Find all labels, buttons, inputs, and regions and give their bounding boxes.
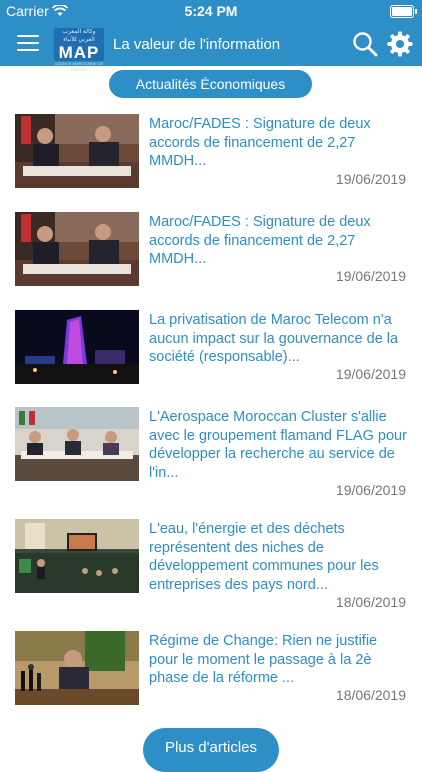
battery-icon: [390, 5, 417, 18]
logo-text: MAP: [58, 43, 100, 62]
map-logo: وكالة المغرب العربي للأنباء MAP AGENCE M…: [54, 28, 104, 72]
article-item[interactable]: Régime de Change: Rien ne justifie pour …: [0, 629, 422, 719]
app-title: La valeur de l'information: [113, 36, 281, 53]
article-thumbnail: [15, 114, 139, 188]
article-date: 19/06/2019: [335, 171, 406, 187]
article-title[interactable]: L'eau, l'énergie et des déchets représen…: [149, 520, 409, 594]
nav-bar: وكالة المغرب العربي للأنباء MAP AGENCE M…: [0, 22, 422, 72]
article-date: 19/06/2019: [335, 366, 406, 382]
search-icon[interactable]: [352, 31, 378, 57]
article-date: 19/06/2019: [335, 268, 406, 284]
article-date: 18/06/2019: [335, 594, 406, 610]
gear-icon[interactable]: [387, 31, 413, 57]
article-date: 18/06/2019: [335, 687, 406, 703]
status-bar: Carrier 5:24 PM: [0, 0, 422, 22]
logo-arabic: وكالة المغرب العربي للأنباء: [62, 29, 96, 43]
article-thumbnail: [15, 519, 139, 593]
article-item[interactable]: L'eau, l'énergie et des déchets représen…: [0, 517, 422, 623]
section-tab-economy[interactable]: Actualités Économiques: [109, 70, 312, 98]
article-item[interactable]: La privatisation de Maroc Telecom n'a au…: [0, 308, 422, 398]
article-thumbnail: [15, 310, 139, 384]
more-articles-button[interactable]: Plus d'articles: [143, 728, 279, 772]
article-title[interactable]: Régime de Change: Rien ne justifie pour …: [149, 632, 409, 688]
article-title[interactable]: La privatisation de Maroc Telecom n'a au…: [149, 311, 409, 367]
article-title[interactable]: Maroc/FADES : Signature de deux accords …: [149, 115, 409, 171]
article-item[interactable]: Maroc/FADES : Signature de deux accords …: [0, 210, 422, 300]
article-title[interactable]: L'Aerospace Moroccan Cluster s'allie ave…: [149, 408, 409, 482]
article-date: 19/06/2019: [335, 482, 406, 498]
logo-small: AGENCE MAROCAINE DE PRESSE: [54, 61, 104, 72]
article-item[interactable]: Maroc/FADES : Signature de deux accords …: [0, 112, 422, 202]
article-item[interactable]: L'Aerospace Moroccan Cluster s'allie ave…: [0, 405, 422, 513]
clock: 5:24 PM: [184, 3, 238, 19]
article-thumbnail: [15, 212, 139, 286]
hamburger-menu-icon[interactable]: [17, 35, 39, 53]
article-title[interactable]: Maroc/FADES : Signature de deux accords …: [149, 213, 409, 269]
article-thumbnail: [15, 407, 139, 481]
article-thumbnail: [15, 631, 139, 705]
